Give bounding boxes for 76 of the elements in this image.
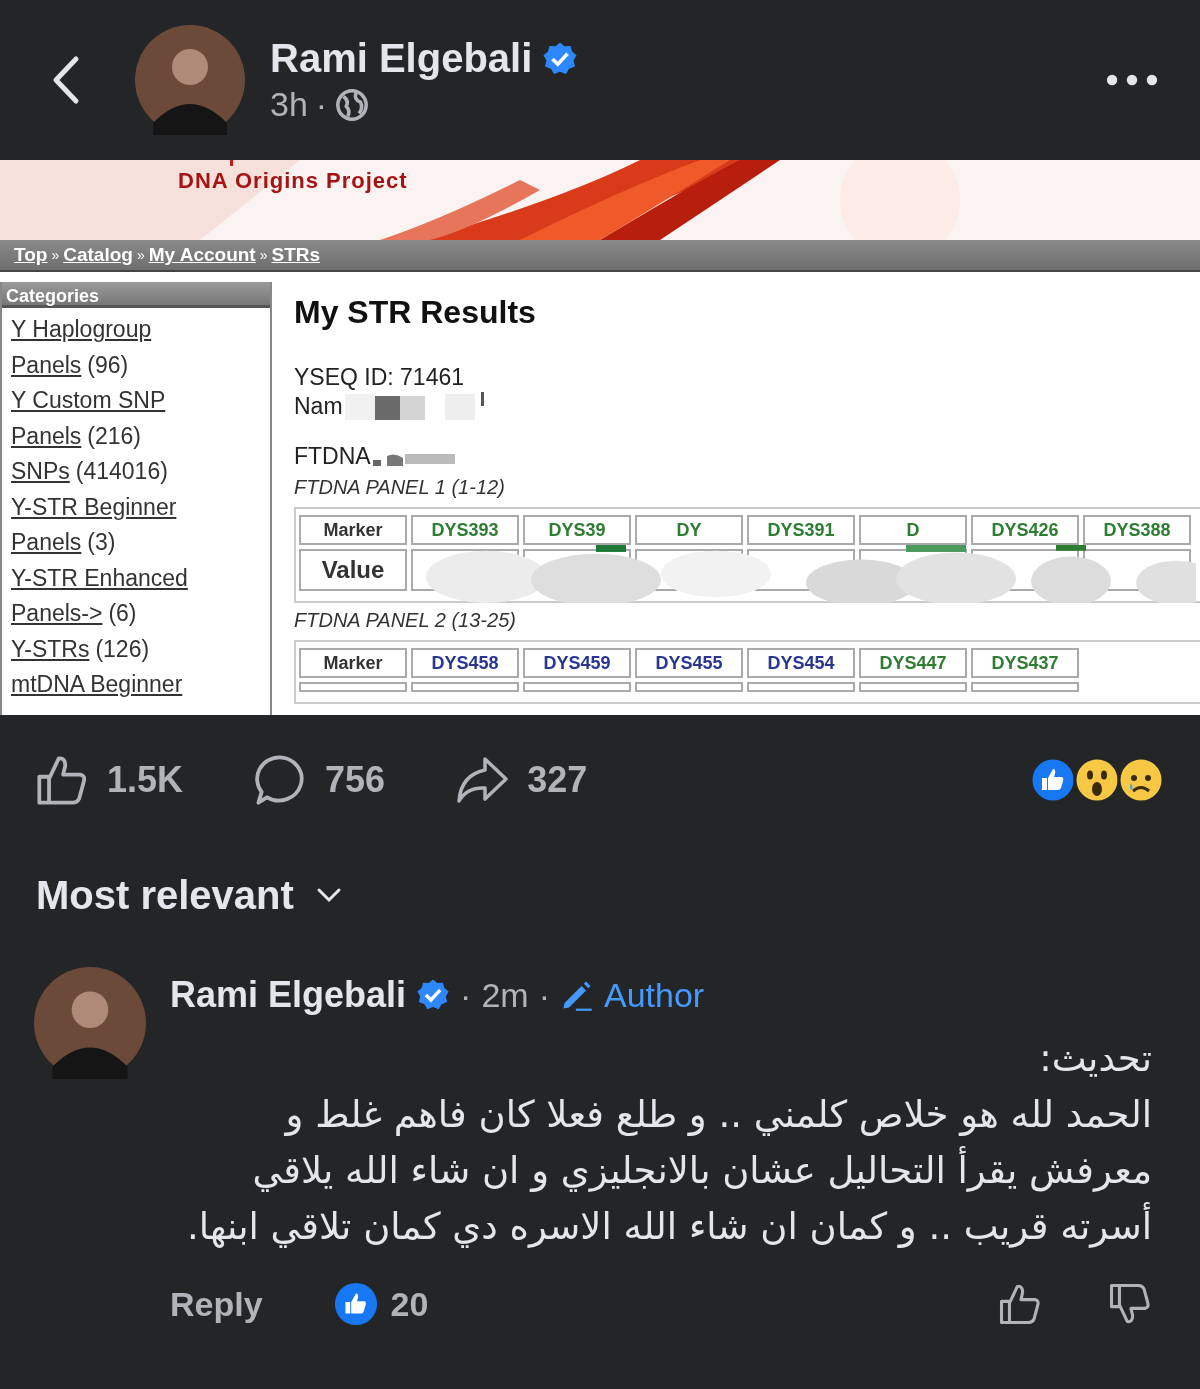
post-time[interactable]: 3h — [270, 85, 308, 124]
breadcrumb-link[interactable]: My Account — [148, 244, 256, 266]
marker-cell[interactable]: DYS388 — [1083, 515, 1191, 545]
sort-dropdown[interactable]: Most relevant — [36, 872, 294, 918]
marker-cell[interactable]: DYS458 — [411, 648, 519, 678]
marker-cell[interactable]: DYS393 — [411, 515, 519, 545]
avatar[interactable] — [34, 967, 146, 1079]
thumbs-up-icon[interactable] — [998, 1282, 1042, 1326]
more-options-icon[interactable] — [1106, 73, 1158, 87]
banner-title: DNA Origins Project — [178, 168, 408, 194]
breadcrumb-link[interactable]: STRs — [271, 244, 321, 266]
separator-dot: · — [315, 85, 328, 124]
breadcrumb-separator: » — [51, 247, 60, 263]
page-heading: My STR Results — [294, 294, 537, 332]
breadcrumb-separator: » — [136, 247, 145, 263]
globe-icon — [335, 87, 370, 122]
marker-cell[interactable]: DYS454 — [747, 648, 855, 678]
category-link[interactable]: Y Custom SNP — [11, 387, 166, 413]
category-count: (3) — [87, 529, 116, 555]
marker-cell[interactable]: DYS459 — [523, 648, 631, 678]
sidebar-header: Categories — [2, 282, 270, 308]
category-count: (96) — [87, 351, 129, 378]
category-link[interactable]: Y Haplogroup — [11, 316, 152, 342]
like-reaction-icon[interactable] — [1029, 756, 1077, 804]
yseq-id: YSEQ ID: 71461 — [294, 364, 466, 392]
separator-dot: · — [538, 975, 550, 1015]
commenter-name[interactable]: Rami Elgebali — [170, 974, 407, 1016]
wow-reaction-icon[interactable] — [1073, 756, 1121, 804]
chevron-down-icon[interactable] — [315, 887, 342, 903]
ftdna-label: FTDNA — [294, 443, 371, 470]
reply-link[interactable]: Reply — [170, 1284, 263, 1324]
comment-heading: تحديث: — [1038, 1036, 1152, 1082]
avatar[interactable] — [135, 25, 245, 135]
author-label: Author — [603, 975, 705, 1015]
like-icon[interactable] — [35, 753, 89, 807]
category-link[interactable]: Panels-> — [11, 600, 103, 626]
category-link[interactable]: mtDNA Beginner — [11, 671, 183, 697]
panel-title: FTDNA PANEL 1 (1-12) — [294, 476, 506, 499]
category-count: (216) — [87, 422, 142, 449]
marker-cell[interactable]: DYS39 — [523, 515, 631, 545]
category-link[interactable]: SNPs — [11, 458, 70, 484]
table-header: Value — [299, 549, 407, 591]
action-count[interactable]: 756 — [325, 759, 386, 801]
marker-cell[interactable]: DYS437 — [971, 648, 1079, 678]
marker-cell[interactable]: DY — [635, 515, 743, 545]
separator-dot: · — [460, 975, 472, 1015]
category-link[interactable]: Panels — [11, 422, 82, 449]
breadcrumb-link[interactable]: Catalog — [63, 244, 133, 266]
category-link[interactable]: Panels — [11, 351, 82, 378]
panel-title: FTDNA PANEL 2 (13-25) — [294, 609, 517, 632]
sad-reaction-icon[interactable] — [1117, 756, 1165, 804]
like-count: 20 — [390, 1284, 429, 1324]
like-reaction-icon — [332, 1281, 379, 1327]
comment-text: الحمد لله هو خلاص كلمني .. و طلع فعلا كان فاهم غلط و معرفش يقرأ التحاليل عشان بالانجليزي و ان شاء الله يلاقي أسرته قريب .. و كمان ان شاء الله الاسره دي كمان تلاقي ابنها. — [185, 1092, 1152, 1250]
comment-time[interactable]: 2m — [481, 975, 529, 1015]
category-link[interactable]: Y-STRs — [11, 635, 90, 662]
marker-cell[interactable]: DYS447 — [859, 648, 967, 678]
marker-cell[interactable]: DYS426 — [971, 515, 1079, 545]
breadcrumb-link[interactable]: Top — [14, 244, 48, 266]
action-count[interactable]: 327 — [527, 759, 588, 801]
marker-cell[interactable]: DYS391 — [747, 515, 855, 545]
category-link[interactable]: Y-STR Beginner — [11, 493, 177, 520]
thumbs-down-icon[interactable] — [1108, 1282, 1152, 1326]
name-label: Nam — [294, 393, 343, 420]
breadcrumb-separator: » — [259, 247, 268, 263]
category-link[interactable]: Panels — [11, 529, 82, 555]
marker-cell[interactable]: DYS455 — [635, 648, 743, 678]
table-header: Marker — [299, 515, 407, 545]
table-header: Marker — [299, 648, 407, 678]
category-count: (6) — [108, 600, 137, 626]
category-link[interactable]: Y-STR Enhanced — [11, 564, 188, 591]
marker-cell[interactable]: D — [859, 515, 967, 545]
author-name[interactable]: Rami Elgebali — [270, 36, 533, 81]
category-count: (126) — [95, 635, 150, 662]
action-count[interactable]: 1.5K — [107, 759, 184, 801]
category-count: (414016) — [75, 458, 168, 484]
